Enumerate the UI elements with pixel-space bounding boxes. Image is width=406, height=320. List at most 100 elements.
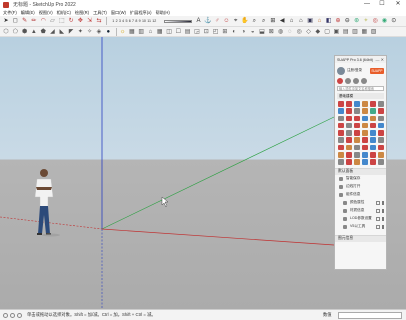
tool-button-r1l-0[interactable]: ➤ (2, 17, 10, 25)
tool-button-r2l-1[interactable]: ⬠ (11, 28, 19, 36)
tool-button-r2r-27[interactable]: ▧ (370, 28, 378, 36)
tool-button-r2r-23[interactable]: ▣ (332, 28, 340, 36)
tool-button-r2r-20[interactable]: ◇ (305, 28, 313, 36)
menu-item-2[interactable]: 视图(V) (39, 10, 53, 16)
plugin-tool-icon[interactable] (346, 130, 352, 136)
tool-button-r2r-18[interactable]: ◌ (286, 28, 294, 36)
plugin-tool-icon[interactable] (338, 137, 344, 144)
tool-button-r2l-10[interactable]: ◈ (95, 28, 103, 36)
tool-button-r1l-2[interactable]: ✎ (21, 17, 29, 25)
scale-value[interactable]: 7 (132, 19, 134, 23)
tool-button-r1l-9[interactable]: ⇲ (86, 17, 94, 25)
tool-button-r1r-19[interactable]: ◎ (371, 17, 379, 25)
plugin-tool-icon[interactable] (362, 130, 368, 136)
help-icon[interactable] (361, 78, 367, 84)
plugin-tool-icon[interactable] (354, 152, 360, 158)
scale-figure[interactable] (34, 169, 60, 237)
menu-item-5[interactable]: 工具(T) (93, 10, 107, 16)
scale-value[interactable]: 12 (152, 19, 156, 23)
tool-button-r2r-11[interactable]: ⊞ (221, 28, 229, 36)
tool-button-r1l-6[interactable]: ⬚ (58, 17, 66, 25)
tool-button-r2l-2[interactable]: ⬢ (21, 28, 29, 36)
menu-item-3[interactable]: 相机(C) (57, 10, 71, 16)
tool-button-r2r-3[interactable]: ⌂ (146, 28, 154, 36)
scale-value[interactable]: 5 (125, 19, 127, 23)
plugin-tool-icon[interactable] (346, 108, 352, 114)
tray-option-row[interactable]: 智能保存 (335, 175, 386, 183)
scale-value[interactable]: 11 (147, 19, 151, 23)
tool-button-r1r-10[interactable]: ⌂ (288, 17, 296, 25)
plugin-tool-icon[interactable] (370, 137, 376, 144)
plugin-tool-icon[interactable] (378, 159, 384, 165)
scale-value[interactable]: 9 (139, 19, 141, 23)
tool-button-r2r-17[interactable]: ◍ (277, 28, 285, 36)
tool-button-r1r-8[interactable]: ⊞ (269, 17, 277, 25)
tool-button-r1r-21[interactable]: ⊙ (390, 17, 398, 25)
plugin-tool-icon[interactable] (362, 152, 368, 158)
suapp-badge[interactable]: SUAPP (369, 67, 384, 74)
tool-button-r1l-8[interactable]: ✥ (76, 17, 84, 25)
shadow-time-slider[interactable] (163, 19, 192, 23)
tool-button-r2r-16[interactable]: ⊠ (267, 28, 275, 36)
plugin-tool-icon[interactable] (378, 101, 384, 107)
plugin-tool-icon[interactable] (338, 159, 344, 165)
user-icon[interactable] (17, 312, 22, 318)
option-checkbox[interactable] (376, 208, 380, 213)
plugin-search-input[interactable]: 输入插件中英文名称搜索 (337, 86, 384, 91)
minimize-button[interactable]: — (360, 0, 374, 9)
option-slider-handle[interactable] (382, 216, 384, 221)
plugin-tool-icon[interactable] (370, 108, 376, 114)
plugin-tool-icon[interactable] (362, 144, 368, 151)
tray-option-row[interactable]: LOD参数设置 (335, 215, 386, 223)
plugin-tool-icon[interactable] (370, 130, 376, 136)
tool-button-r2r-21[interactable]: ◆ (314, 28, 322, 36)
home-icon[interactable] (337, 78, 343, 84)
tool-button-r2r-5[interactable]: ◫ (165, 28, 173, 36)
tray-option-row[interactable]: 颜色属性 (335, 199, 386, 207)
tool-button-r1r-18[interactable]: ✦ (362, 17, 370, 25)
tray-option-row[interactable]: 边线打开 (335, 183, 386, 191)
tool-button-r2l-6[interactable]: ◣ (58, 28, 66, 36)
tool-button-r1r-11[interactable]: ⌂ (297, 17, 305, 25)
plugin-tool-icon[interactable] (370, 101, 376, 107)
plugin-tool-icon[interactable] (346, 159, 352, 165)
tool-button-r2l-3[interactable]: ▲ (30, 28, 38, 36)
tool-button-r1r-4[interactable]: ⌖ (232, 17, 240, 25)
plugin-tool-icon[interactable] (338, 152, 344, 158)
tray-option-row[interactable]: 材质信息 (335, 207, 386, 215)
tool-button-r2r-2[interactable]: ▥ (137, 28, 145, 36)
plugin-tool-icon[interactable] (338, 130, 344, 136)
tool-button-r2l-7[interactable]: ◤ (67, 28, 75, 36)
option-slider-handle[interactable] (382, 224, 384, 229)
tool-button-r1l-5[interactable]: ▱ (48, 17, 56, 25)
plugin-tool-icon[interactable] (354, 101, 360, 107)
plugin-tool-icon[interactable] (338, 122, 344, 129)
maximize-button[interactable]: ☐ (375, 0, 389, 9)
scale-value[interactable]: 4 (122, 19, 124, 23)
option-checkbox[interactable] (376, 216, 380, 221)
tool-button-r1l-7[interactable]: ↻ (67, 17, 75, 25)
entity-info-header[interactable]: 图元信息 (335, 234, 386, 242)
plugin-tool-icon[interactable] (338, 144, 344, 151)
menu-item-0[interactable]: 文件(F) (3, 10, 17, 16)
tool-button-r1r-3[interactable]: ☺ (222, 17, 230, 25)
tool-button-r1r-20[interactable]: ◉ (381, 17, 389, 25)
tool-button-r2l-11[interactable]: ● (104, 28, 112, 36)
tool-button-r1r-17[interactable]: ⊛ (353, 17, 361, 25)
plugin-tool-icon[interactable] (338, 101, 344, 107)
tool-button-r1r-16[interactable]: ⊖ (343, 17, 351, 25)
plugin-tool-icon[interactable] (362, 122, 368, 129)
option-slider-handle[interactable] (382, 200, 384, 205)
plugin-category-dropdown[interactable]: 基础建模 (337, 93, 384, 99)
option-checkbox[interactable] (376, 200, 380, 205)
scale-value[interactable]: 1 (112, 19, 114, 23)
tool-button-r1r-7[interactable]: ⌕ (260, 17, 268, 25)
tool-button-r2r-26[interactable]: ▦ (360, 28, 368, 36)
scale-value[interactable]: 6 (129, 19, 131, 23)
option-slider-handle[interactable] (382, 208, 384, 213)
avatar[interactable] (337, 66, 345, 75)
tool-button-r2r-14[interactable]: ◒ (249, 28, 257, 36)
tool-button-r2r-24[interactable]: ▤ (342, 28, 350, 36)
plugin-tool-icon[interactable] (354, 144, 360, 151)
login-link[interactable]: 注册/登录 (347, 68, 362, 73)
